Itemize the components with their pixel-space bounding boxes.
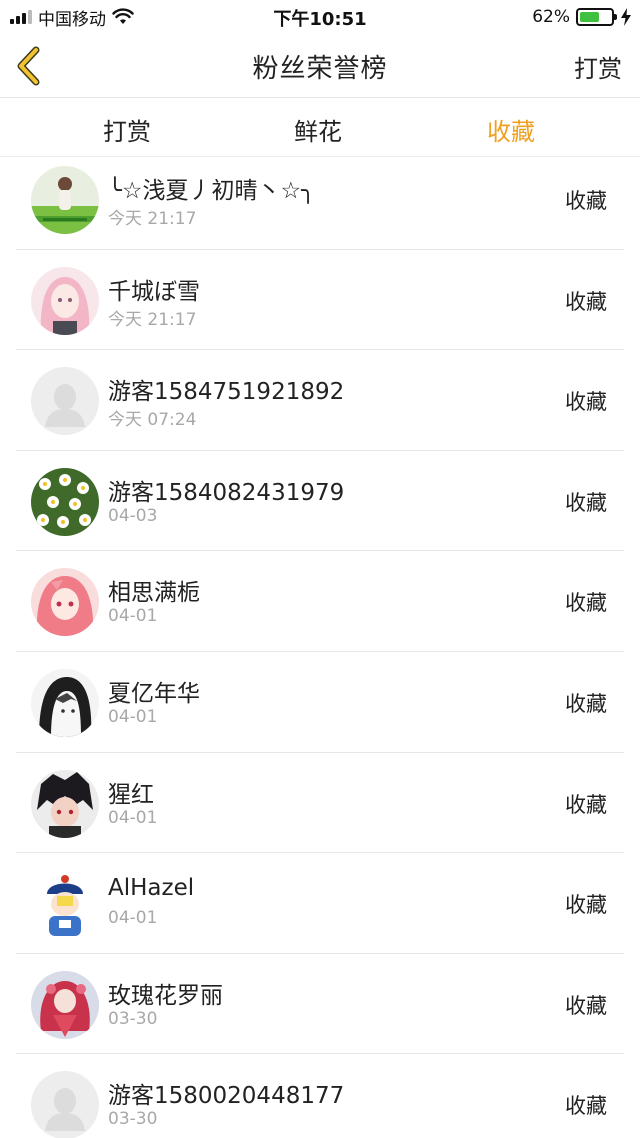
avatar-photo-daisies bbox=[31, 467, 99, 536]
avatar-photo-girl-green bbox=[31, 166, 99, 234]
avatar[interactable] bbox=[31, 870, 99, 939]
battery-level bbox=[580, 12, 599, 22]
user-name: ╰☆浅夏丿初晴丶☆╮ bbox=[108, 178, 315, 204]
reward-button[interactable]: 打赏 bbox=[574, 49, 622, 84]
avatar-anime-pink-hair bbox=[31, 266, 99, 335]
status-right: 62% bbox=[532, 6, 632, 28]
avatar[interactable] bbox=[31, 970, 99, 1039]
action-label: 收藏 bbox=[565, 490, 607, 515]
action-label: 收藏 bbox=[565, 893, 607, 918]
user-name: 千城ぼ雪 bbox=[108, 278, 200, 305]
avatar[interactable] bbox=[31, 367, 99, 436]
timestamp: 04-01 bbox=[108, 706, 158, 727]
action-label: 收藏 bbox=[565, 691, 607, 716]
list-item[interactable]: AlHazel 04-01 收藏 bbox=[0, 853, 640, 954]
default-avatar-icon bbox=[31, 1071, 99, 1138]
timestamp: 04-03 bbox=[108, 505, 158, 526]
list-item[interactable]: 相思满栀 04-01 收藏 bbox=[0, 551, 640, 652]
user-name: 游客1580020448177 bbox=[108, 1083, 345, 1110]
user-name: 猩红 bbox=[108, 781, 154, 808]
avatar-anime-hood-sketch bbox=[31, 668, 99, 737]
user-name: 游客1584082431979 bbox=[108, 479, 345, 506]
action-label: 收藏 bbox=[565, 189, 607, 213]
timestamp: 04-01 bbox=[108, 908, 158, 929]
charging-icon bbox=[621, 8, 631, 26]
avatar-anime-rose-girl bbox=[31, 970, 99, 1039]
list-item[interactable]: ╰☆浅夏丿初晴丶☆╮ 今天 21:17 收藏 bbox=[0, 149, 640, 250]
list-item[interactable]: 游客1580020448177 03-30 收藏 bbox=[0, 1054, 640, 1138]
avatar-anime-red-hair bbox=[31, 568, 99, 637]
list-item[interactable]: 夏亿年华 04-01 收藏 bbox=[0, 652, 640, 753]
action-label: 收藏 bbox=[565, 289, 607, 314]
avatar-cartoon-qing-official bbox=[31, 870, 99, 939]
timestamp: 04-01 bbox=[108, 807, 158, 828]
action-label: 收藏 bbox=[565, 591, 607, 616]
avatar[interactable] bbox=[31, 769, 99, 838]
timestamp: 今天 21:17 bbox=[108, 309, 197, 330]
tab-favorites[interactable]: 收藏 bbox=[487, 112, 535, 147]
avatar[interactable] bbox=[31, 467, 99, 536]
list-item[interactable]: 猩红 04-01 收藏 bbox=[0, 753, 640, 854]
avatar[interactable] bbox=[31, 266, 99, 335]
list-item[interactable]: 玫瑰花罗丽 03-30 收藏 bbox=[0, 954, 640, 1055]
avatar[interactable] bbox=[31, 668, 99, 737]
list-item[interactable]: 游客1584751921892 今天 07:24 收藏 bbox=[0, 350, 640, 451]
timestamp: 03-30 bbox=[108, 1008, 158, 1029]
user-name: 相思满栀 bbox=[108, 580, 200, 607]
user-name: 夏亿年华 bbox=[108, 680, 200, 707]
avatar[interactable] bbox=[31, 568, 99, 637]
default-avatar-icon bbox=[31, 367, 99, 436]
user-name: AlHazel bbox=[108, 875, 195, 902]
user-name: 游客1584751921892 bbox=[108, 379, 345, 406]
page-title: 粉丝荣誉榜 bbox=[252, 54, 388, 84]
timestamp: 03-30 bbox=[108, 1109, 158, 1130]
avatar-anime-dark-hair-boy bbox=[31, 769, 99, 838]
nav-bar: 粉丝荣誉榜 打赏 bbox=[0, 34, 640, 98]
action-label: 收藏 bbox=[565, 390, 607, 415]
timestamp: 今天 21:17 bbox=[108, 209, 197, 229]
timestamp: 04-01 bbox=[108, 606, 158, 627]
action-label: 收藏 bbox=[565, 792, 607, 817]
list-item[interactable]: 千城ぼ雪 今天 21:17 收藏 bbox=[0, 250, 640, 351]
fan-list: ╰☆浅夏丿初晴丶☆╮ 今天 21:17 收藏 千城ぼ雪 今天 21:17 收藏 bbox=[0, 149, 640, 1138]
timestamp: 今天 07:24 bbox=[108, 410, 197, 431]
tab-reward[interactable]: 打赏 bbox=[103, 112, 151, 147]
avatar[interactable] bbox=[31, 166, 99, 234]
tab-flowers[interactable]: 鲜花 bbox=[294, 112, 342, 147]
avatar[interactable] bbox=[31, 1071, 99, 1138]
battery-icon bbox=[576, 8, 617, 26]
user-name: 玫瑰花罗丽 bbox=[108, 982, 223, 1009]
battery-percent: 62% bbox=[532, 7, 570, 27]
list-item[interactable]: 游客1584082431979 04-03 收藏 bbox=[0, 451, 640, 552]
action-label: 收藏 bbox=[565, 1094, 607, 1119]
status-bar: 中国移动 下午10:51 62% bbox=[0, 0, 640, 34]
action-label: 收藏 bbox=[565, 993, 607, 1018]
